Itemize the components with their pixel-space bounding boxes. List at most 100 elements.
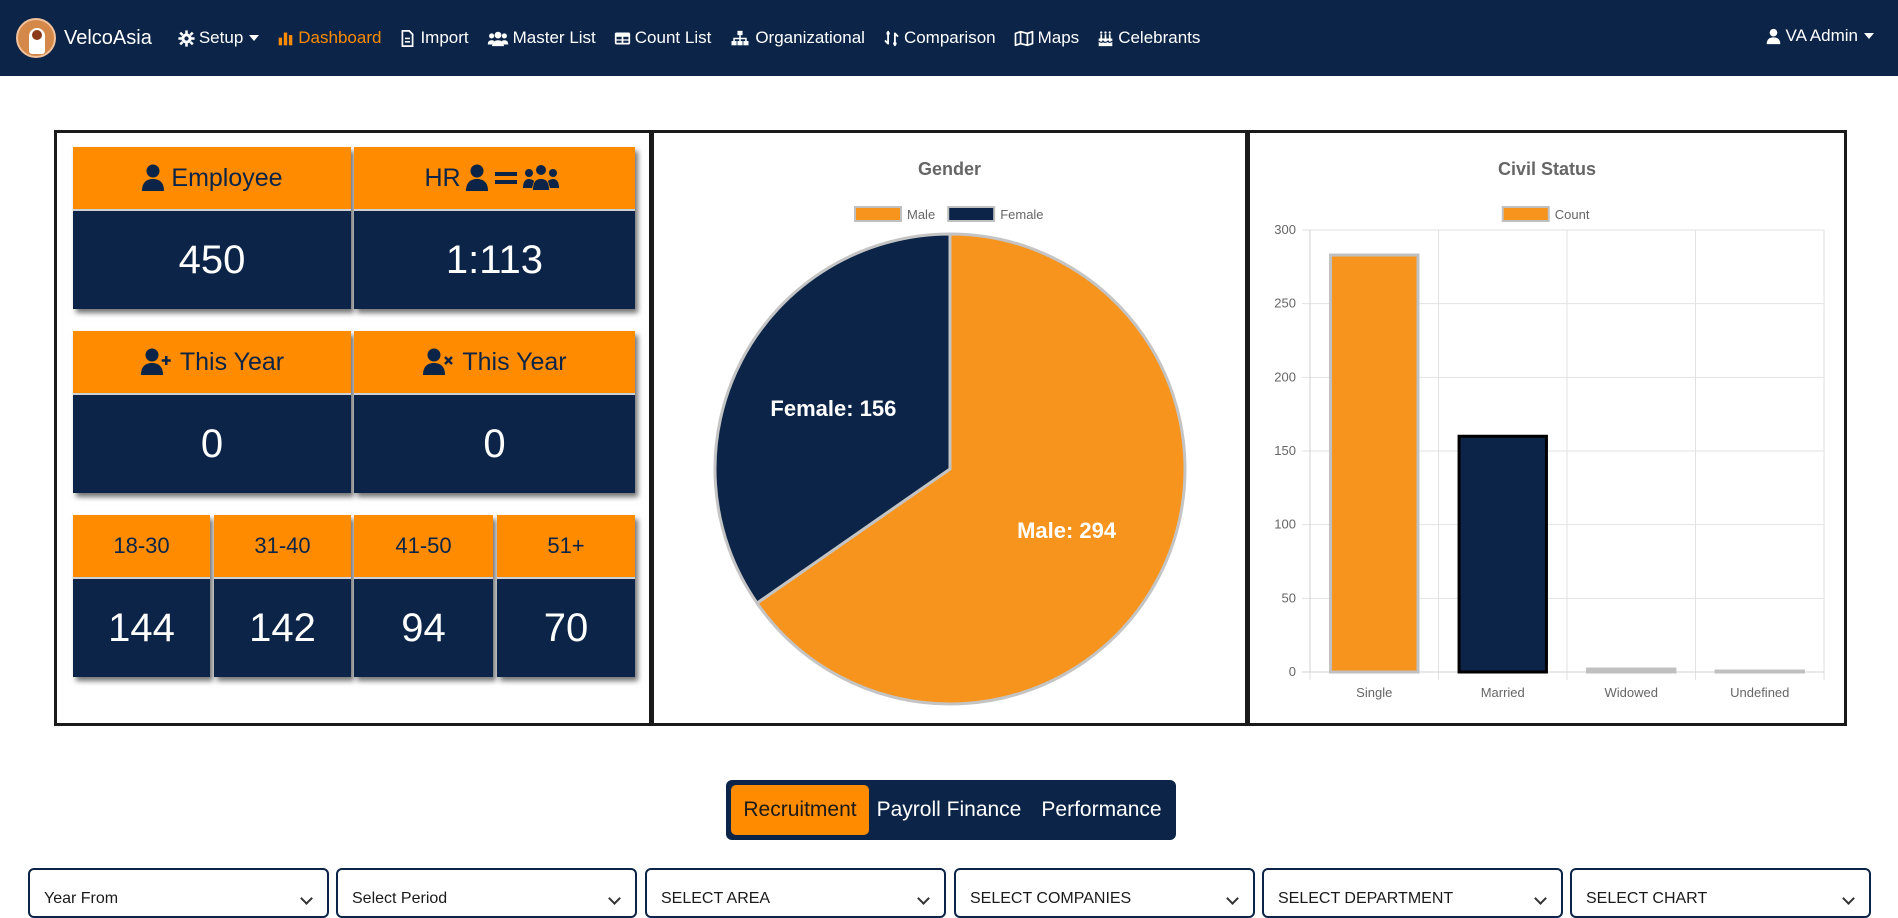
y-tick-label: 200 xyxy=(1274,369,1296,384)
period-select[interactable]: Select Period xyxy=(336,868,637,918)
chevron-down-icon xyxy=(1534,892,1547,905)
age-group-count: 142 xyxy=(214,577,351,677)
separated-this-year-card: This Year 0 xyxy=(354,331,635,493)
nav-setup[interactable]: Setup xyxy=(178,28,260,48)
age-group-card: 31-40 142 xyxy=(214,515,351,677)
y-tick-label: 0 xyxy=(1289,664,1296,679)
age-group-card: 41-50 94 xyxy=(354,515,493,677)
user-icon xyxy=(141,164,165,192)
y-tick-label: 300 xyxy=(1274,222,1296,237)
tab-recruitment[interactable]: Recruitment xyxy=(731,785,869,835)
civil-status-bar-chart: Civil Status Count 0 50 100 150 200 250 300 Singl… xyxy=(1274,159,1825,700)
user-icon xyxy=(465,164,489,192)
y-tick-label: 50 xyxy=(1282,590,1296,605)
stats-panel: Employee 450 HR 1:113 This Year 0 This Y… xyxy=(54,130,652,726)
age-group-label: 18-30 xyxy=(73,515,210,577)
nav-comparison[interactable]: Comparison xyxy=(883,28,996,48)
area-select[interactable]: SELECT AREA xyxy=(645,868,946,918)
equals-icon xyxy=(494,164,517,192)
bar xyxy=(1329,253,1420,674)
hr-ratio-card: HR 1:113 xyxy=(354,147,635,309)
chevron-down-icon xyxy=(300,892,313,905)
age-group-count: 144 xyxy=(73,577,210,677)
bar xyxy=(1457,434,1548,674)
hr-ratio-value: 1:113 xyxy=(354,209,635,309)
legend-swatch xyxy=(947,206,996,222)
nav-dashboard[interactable]: Dashboard xyxy=(277,28,381,48)
birthday-cake-icon xyxy=(1097,30,1114,47)
civil-status-chart-panel: Civil Status Count 0 50 100 150 200 250 300 Singl… xyxy=(1247,130,1847,726)
age-group-label: 41-50 xyxy=(354,515,493,577)
hired-label: This Year xyxy=(179,347,285,376)
nav-celebrants[interactable]: Celebrants xyxy=(1097,28,1200,48)
user-menu[interactable]: VA Admin xyxy=(1765,26,1874,46)
year-from-label: Year From xyxy=(44,890,119,907)
legend-label: Count xyxy=(1555,207,1590,222)
user-name: VA Admin xyxy=(1785,26,1858,45)
nav-count-list[interactable]: Count List xyxy=(614,28,711,48)
nav-celebrants-label: Celebrants xyxy=(1118,28,1201,47)
companies-label: SELECT COMPANIES xyxy=(970,890,1132,907)
department-select[interactable]: SELECT DEPARTMENT xyxy=(1262,868,1563,918)
chart-title: Civil Status xyxy=(1498,159,1596,179)
department-label: SELECT DEPARTMENT xyxy=(1278,890,1454,907)
nav-master-list[interactable]: Master List xyxy=(487,28,596,48)
x-tick-label: Widowed xyxy=(1605,685,1658,700)
hired-card-header: This Year xyxy=(73,331,351,393)
hired-this-year-card: This Year 0 xyxy=(73,331,351,493)
gender-pie-chart: Gender Male Female Male: 294 Female: 156 xyxy=(713,159,1187,706)
user-xmark-icon xyxy=(422,348,456,376)
y-tick-label: 150 xyxy=(1274,443,1296,458)
exchange-icon xyxy=(883,30,900,47)
legend-label: Male xyxy=(907,207,935,222)
nav-organizational[interactable]: Organizational xyxy=(729,28,865,48)
nav-dashboard-label: Dashboard xyxy=(298,28,382,47)
people-group-icon xyxy=(522,164,559,192)
chart-title: Gender xyxy=(918,159,981,179)
bar xyxy=(1714,669,1805,674)
sitemap-icon xyxy=(729,30,751,47)
nav-import[interactable]: Import xyxy=(399,28,469,48)
x-tick-label: Undefined xyxy=(1730,685,1789,700)
brand-logo xyxy=(16,18,56,58)
hired-count: 0 xyxy=(73,393,351,493)
nav-master-list-label: Master List xyxy=(512,28,596,47)
age-group-card: 51+ 70 xyxy=(497,515,635,677)
y-tick-label: 100 xyxy=(1274,517,1296,532)
companies-select[interactable]: SELECT COMPANIES xyxy=(954,868,1255,918)
gear-icon xyxy=(178,29,195,47)
chevron-down-icon xyxy=(249,35,260,41)
users-icon xyxy=(487,30,509,47)
chevron-down-icon xyxy=(917,892,930,905)
bar xyxy=(1586,667,1677,674)
table-icon xyxy=(614,30,631,47)
chart-select[interactable]: SELECT CHART xyxy=(1570,868,1871,918)
user-plus-icon xyxy=(140,348,174,376)
map-icon xyxy=(1014,30,1034,47)
employee-card-header: Employee xyxy=(73,147,351,209)
gender-chart-panel: Gender Male Female Male: 294 Female: 156 xyxy=(651,130,1248,726)
file-icon xyxy=(399,29,416,47)
tab-payroll-finance[interactable]: Payroll Finance xyxy=(869,785,1029,835)
nav-comparison-label: Comparison xyxy=(903,28,996,47)
employee-label: Employee xyxy=(171,163,283,192)
top-navbar: VelcoAsia Setup Dashboard Import Master … xyxy=(0,0,1898,76)
pie-data-label: Male: 294 xyxy=(1017,518,1117,543)
chevron-down-icon xyxy=(608,892,621,905)
year-from-select[interactable]: Year From xyxy=(28,868,329,918)
age-group-label: 51+ xyxy=(497,515,635,577)
age-group-label: 31-40 xyxy=(214,515,351,577)
brand[interactable]: VelcoAsia xyxy=(16,18,152,58)
brand-name: VelcoAsia xyxy=(64,26,152,49)
x-tick-label: Single xyxy=(1356,685,1392,700)
separated-card-header: This Year xyxy=(354,331,635,393)
nav-maps[interactable]: Maps xyxy=(1014,28,1079,48)
employee-card: Employee 450 xyxy=(73,147,351,309)
area-label: SELECT AREA xyxy=(661,890,771,907)
tab-performance[interactable]: Performance xyxy=(1029,785,1174,835)
nav-organizational-label: Organizational xyxy=(755,28,865,47)
age-group-card: 18-30 144 xyxy=(73,515,210,677)
separated-count: 0 xyxy=(354,393,635,493)
chevron-down-icon xyxy=(1226,892,1239,905)
chevron-down-icon xyxy=(1864,33,1874,39)
